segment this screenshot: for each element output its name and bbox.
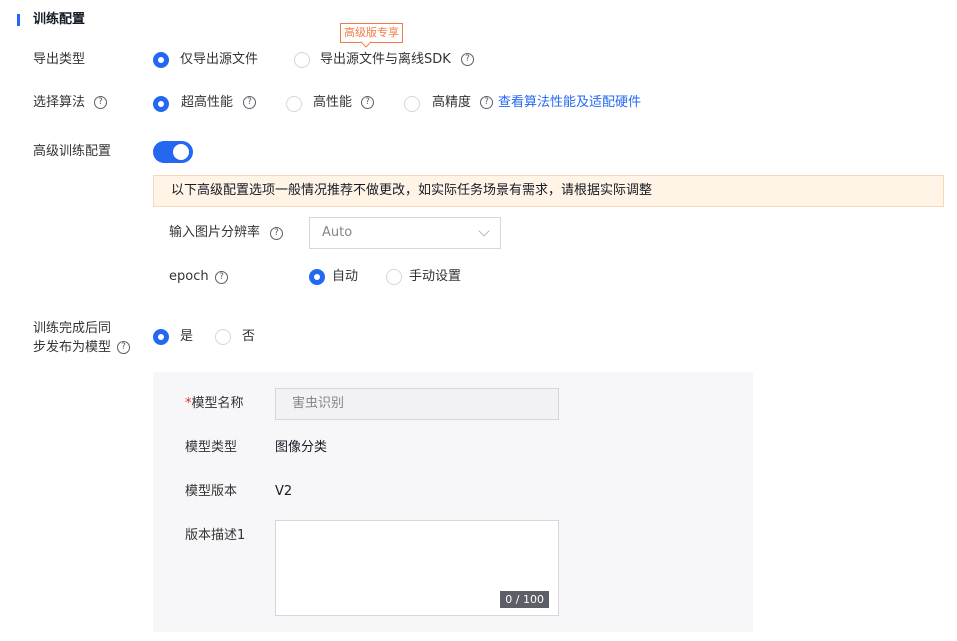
algo-accuracy-help-icon[interactable]: ? [480,96,493,109]
model-name-label-text: 模型名称 [191,396,244,411]
model-version-value: V2 [275,484,293,499]
algo-high-accuracy-radio[interactable] [404,96,420,112]
export-source-sdk-radio[interactable] [294,52,310,68]
algo-high-accuracy-label[interactable]: 高精度 [432,95,471,111]
advanced-config-toggle[interactable] [153,141,193,163]
export-source-only-label[interactable]: 仅导出源文件 [180,52,258,68]
publish-label-line1: 训练完成后同 [33,321,112,336]
version-desc-textarea[interactable]: 0 / 100 [275,520,559,616]
section-accent-bar [17,14,20,26]
model-version-label: 模型版本 [185,484,238,499]
epoch-auto-label[interactable]: 自动 [332,269,358,285]
publish-help-icon[interactable]: ? [117,341,130,354]
model-name-input[interactable]: 害虫识别 [275,388,559,420]
view-algorithm-hardware-link[interactable]: 查看算法性能及适配硬件 [498,95,641,111]
publish-label-line2: 步发布为模型 [33,340,112,355]
export-source-only-radio[interactable] [153,52,169,68]
epoch-manual-label[interactable]: 手动设置 [409,269,461,285]
resolution-select[interactable]: Auto [309,217,501,249]
algo-high-help-icon[interactable]: ? [361,96,374,109]
advanced-config-label: 高级训练配置 [33,144,112,159]
char-counter: 0 / 100 [500,591,549,608]
version-desc-label: 版本描述1 [185,528,246,543]
chevron-down-icon [478,225,490,237]
publish-yes-radio[interactable] [153,329,169,345]
toggle-knob [173,144,189,160]
algo-ultra-help-icon[interactable]: ? [243,96,256,109]
section-title: 训练配置 [33,12,86,27]
epoch-manual-radio[interactable] [386,269,402,285]
publish-no-label[interactable]: 否 [242,329,255,345]
model-type-value: 图像分类 [275,440,328,455]
publish-yes-label[interactable]: 是 [180,329,193,345]
algo-ultra-performance-label[interactable]: 超高性能 [181,95,233,111]
export-sdk-help-icon[interactable]: ? [461,53,474,66]
export-type-label: 导出类型 [33,52,86,67]
algo-ultra-performance-radio[interactable] [153,96,169,112]
model-name-label: *模型名称 [185,396,244,412]
algorithm-label: 选择算法 [33,95,86,110]
export-source-sdk-label[interactable]: 导出源文件与离线SDK [320,52,451,68]
algo-high-performance-label[interactable]: 高性能 [313,95,352,111]
resolution-help-icon[interactable]: ? [270,227,283,240]
epoch-label: epoch [169,269,209,284]
algorithm-help-icon[interactable]: ? [94,96,107,109]
epoch-help-icon[interactable]: ? [215,271,228,284]
advanced-notice-banner: 以下高级配置选项一般情况推荐不做更改，如实际任务场景有需求，请根据实际调整 [153,175,944,207]
algo-high-performance-radio[interactable] [286,96,302,112]
resolution-label: 输入图片分辨率 [169,225,261,240]
premium-badge: 高级版专享 [340,23,403,43]
model-type-label: 模型类型 [185,440,238,455]
publish-no-radio[interactable] [215,329,231,345]
resolution-select-value: Auto [322,225,353,240]
model-name-value: 害虫识别 [292,396,345,411]
epoch-auto-radio[interactable] [309,269,325,285]
